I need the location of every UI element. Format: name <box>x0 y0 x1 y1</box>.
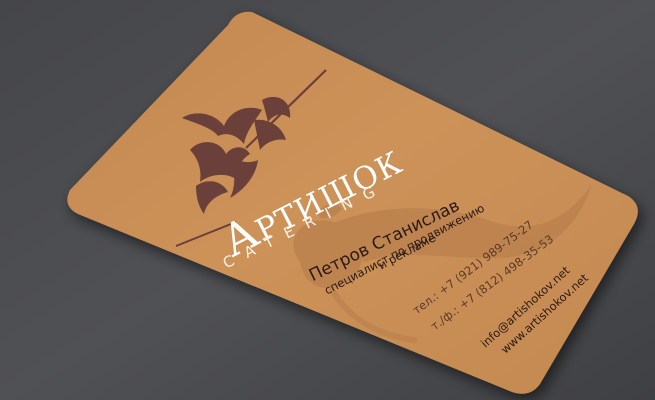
photo-scene: Артишок CATERING Петров Станислав специа… <box>0 0 655 400</box>
